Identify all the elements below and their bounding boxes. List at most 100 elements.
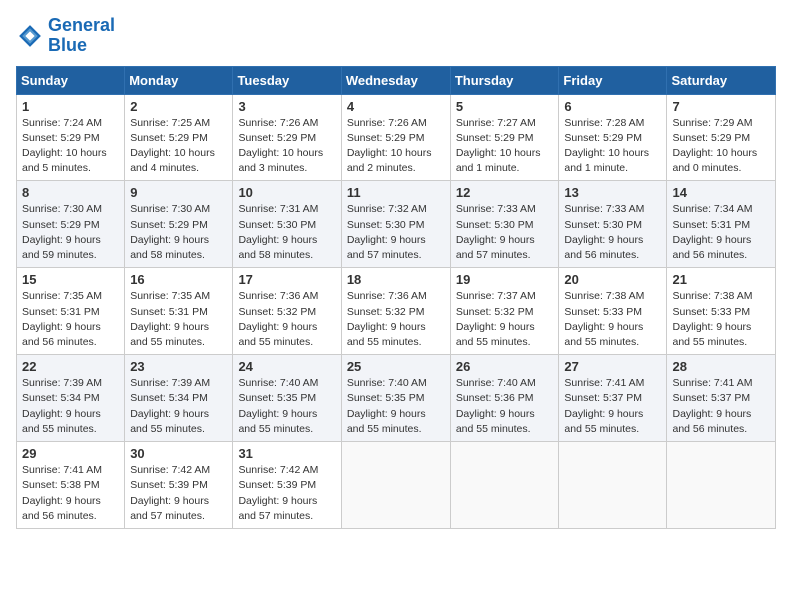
calendar-cell	[559, 442, 667, 529]
calendar-week-4: 22 Sunrise: 7:39 AM Sunset: 5:34 PM Dayl…	[17, 355, 776, 442]
calendar-cell: 21 Sunrise: 7:38 AM Sunset: 5:33 PM Dayl…	[667, 268, 776, 355]
day-number: 15	[22, 272, 119, 287]
weekday-header-monday: Monday	[125, 66, 233, 94]
day-number: 27	[564, 359, 661, 374]
day-info: Sunrise: 7:36 AM Sunset: 5:32 PM Dayligh…	[238, 289, 335, 350]
logo-text: General Blue	[48, 16, 115, 56]
calendar-cell: 14 Sunrise: 7:34 AM Sunset: 5:31 PM Dayl…	[667, 181, 776, 268]
day-info: Sunrise: 7:24 AM Sunset: 5:29 PM Dayligh…	[22, 116, 119, 177]
calendar-cell: 9 Sunrise: 7:30 AM Sunset: 5:29 PM Dayli…	[125, 181, 233, 268]
day-info: Sunrise: 7:37 AM Sunset: 5:32 PM Dayligh…	[456, 289, 554, 350]
page-header: General Blue	[16, 16, 776, 56]
day-number: 4	[347, 99, 445, 114]
logo: General Blue	[16, 16, 115, 56]
calendar-table: SundayMondayTuesdayWednesdayThursdayFrid…	[16, 66, 776, 529]
calendar-cell: 31 Sunrise: 7:42 AM Sunset: 5:39 PM Dayl…	[233, 442, 341, 529]
calendar-cell: 30 Sunrise: 7:42 AM Sunset: 5:39 PM Dayl…	[125, 442, 233, 529]
day-info: Sunrise: 7:25 AM Sunset: 5:29 PM Dayligh…	[130, 116, 227, 177]
calendar-cell: 18 Sunrise: 7:36 AM Sunset: 5:32 PM Dayl…	[341, 268, 450, 355]
day-info: Sunrise: 7:33 AM Sunset: 5:30 PM Dayligh…	[564, 202, 661, 263]
calendar-cell: 20 Sunrise: 7:38 AM Sunset: 5:33 PM Dayl…	[559, 268, 667, 355]
calendar-cell: 2 Sunrise: 7:25 AM Sunset: 5:29 PM Dayli…	[125, 94, 233, 181]
weekday-header-tuesday: Tuesday	[233, 66, 341, 94]
day-number: 14	[672, 185, 770, 200]
calendar-cell	[667, 442, 776, 529]
calendar-header-row: SundayMondayTuesdayWednesdayThursdayFrid…	[17, 66, 776, 94]
day-number: 12	[456, 185, 554, 200]
calendar-cell	[450, 442, 559, 529]
day-info: Sunrise: 7:30 AM Sunset: 5:29 PM Dayligh…	[130, 202, 227, 263]
calendar-cell: 1 Sunrise: 7:24 AM Sunset: 5:29 PM Dayli…	[17, 94, 125, 181]
calendar-cell: 11 Sunrise: 7:32 AM Sunset: 5:30 PM Dayl…	[341, 181, 450, 268]
day-info: Sunrise: 7:26 AM Sunset: 5:29 PM Dayligh…	[347, 116, 445, 177]
calendar-cell: 27 Sunrise: 7:41 AM Sunset: 5:37 PM Dayl…	[559, 355, 667, 442]
day-number: 20	[564, 272, 661, 287]
weekday-header-thursday: Thursday	[450, 66, 559, 94]
calendar-cell: 4 Sunrise: 7:26 AM Sunset: 5:29 PM Dayli…	[341, 94, 450, 181]
day-info: Sunrise: 7:35 AM Sunset: 5:31 PM Dayligh…	[130, 289, 227, 350]
day-number: 2	[130, 99, 227, 114]
calendar-week-1: 1 Sunrise: 7:24 AM Sunset: 5:29 PM Dayli…	[17, 94, 776, 181]
calendar-cell: 17 Sunrise: 7:36 AM Sunset: 5:32 PM Dayl…	[233, 268, 341, 355]
calendar-cell: 25 Sunrise: 7:40 AM Sunset: 5:35 PM Dayl…	[341, 355, 450, 442]
day-info: Sunrise: 7:41 AM Sunset: 5:37 PM Dayligh…	[672, 376, 770, 437]
day-number: 22	[22, 359, 119, 374]
day-number: 25	[347, 359, 445, 374]
day-info: Sunrise: 7:27 AM Sunset: 5:29 PM Dayligh…	[456, 116, 554, 177]
day-number: 31	[238, 446, 335, 461]
weekday-header-wednesday: Wednesday	[341, 66, 450, 94]
calendar-cell: 24 Sunrise: 7:40 AM Sunset: 5:35 PM Dayl…	[233, 355, 341, 442]
calendar-week-2: 8 Sunrise: 7:30 AM Sunset: 5:29 PM Dayli…	[17, 181, 776, 268]
calendar-cell: 26 Sunrise: 7:40 AM Sunset: 5:36 PM Dayl…	[450, 355, 559, 442]
day-number: 16	[130, 272, 227, 287]
calendar-cell: 3 Sunrise: 7:26 AM Sunset: 5:29 PM Dayli…	[233, 94, 341, 181]
day-number: 8	[22, 185, 119, 200]
day-info: Sunrise: 7:30 AM Sunset: 5:29 PM Dayligh…	[22, 202, 119, 263]
day-info: Sunrise: 7:39 AM Sunset: 5:34 PM Dayligh…	[22, 376, 119, 437]
day-info: Sunrise: 7:26 AM Sunset: 5:29 PM Dayligh…	[238, 116, 335, 177]
calendar-cell: 7 Sunrise: 7:29 AM Sunset: 5:29 PM Dayli…	[667, 94, 776, 181]
calendar-body: 1 Sunrise: 7:24 AM Sunset: 5:29 PM Dayli…	[17, 94, 776, 528]
day-number: 5	[456, 99, 554, 114]
day-number: 11	[347, 185, 445, 200]
day-number: 1	[22, 99, 119, 114]
day-number: 18	[347, 272, 445, 287]
day-info: Sunrise: 7:35 AM Sunset: 5:31 PM Dayligh…	[22, 289, 119, 350]
day-info: Sunrise: 7:41 AM Sunset: 5:37 PM Dayligh…	[564, 376, 661, 437]
day-info: Sunrise: 7:31 AM Sunset: 5:30 PM Dayligh…	[238, 202, 335, 263]
day-info: Sunrise: 7:33 AM Sunset: 5:30 PM Dayligh…	[456, 202, 554, 263]
day-info: Sunrise: 7:39 AM Sunset: 5:34 PM Dayligh…	[130, 376, 227, 437]
calendar-week-5: 29 Sunrise: 7:41 AM Sunset: 5:38 PM Dayl…	[17, 442, 776, 529]
day-number: 7	[672, 99, 770, 114]
day-number: 10	[238, 185, 335, 200]
calendar-cell: 29 Sunrise: 7:41 AM Sunset: 5:38 PM Dayl…	[17, 442, 125, 529]
day-number: 23	[130, 359, 227, 374]
day-number: 21	[672, 272, 770, 287]
calendar-week-3: 15 Sunrise: 7:35 AM Sunset: 5:31 PM Dayl…	[17, 268, 776, 355]
day-number: 30	[130, 446, 227, 461]
day-info: Sunrise: 7:36 AM Sunset: 5:32 PM Dayligh…	[347, 289, 445, 350]
day-number: 6	[564, 99, 661, 114]
day-number: 3	[238, 99, 335, 114]
calendar-cell: 28 Sunrise: 7:41 AM Sunset: 5:37 PM Dayl…	[667, 355, 776, 442]
weekday-header-sunday: Sunday	[17, 66, 125, 94]
calendar-cell: 10 Sunrise: 7:31 AM Sunset: 5:30 PM Dayl…	[233, 181, 341, 268]
day-number: 17	[238, 272, 335, 287]
calendar-cell: 6 Sunrise: 7:28 AM Sunset: 5:29 PM Dayli…	[559, 94, 667, 181]
calendar-cell: 19 Sunrise: 7:37 AM Sunset: 5:32 PM Dayl…	[450, 268, 559, 355]
day-info: Sunrise: 7:32 AM Sunset: 5:30 PM Dayligh…	[347, 202, 445, 263]
day-number: 13	[564, 185, 661, 200]
day-info: Sunrise: 7:38 AM Sunset: 5:33 PM Dayligh…	[564, 289, 661, 350]
calendar-cell	[341, 442, 450, 529]
calendar-cell: 8 Sunrise: 7:30 AM Sunset: 5:29 PM Dayli…	[17, 181, 125, 268]
calendar-cell: 5 Sunrise: 7:27 AM Sunset: 5:29 PM Dayli…	[450, 94, 559, 181]
day-number: 28	[672, 359, 770, 374]
day-number: 29	[22, 446, 119, 461]
logo-icon	[16, 22, 44, 50]
weekday-header-saturday: Saturday	[667, 66, 776, 94]
day-number: 19	[456, 272, 554, 287]
calendar-cell: 13 Sunrise: 7:33 AM Sunset: 5:30 PM Dayl…	[559, 181, 667, 268]
calendar-cell: 12 Sunrise: 7:33 AM Sunset: 5:30 PM Dayl…	[450, 181, 559, 268]
day-info: Sunrise: 7:40 AM Sunset: 5:35 PM Dayligh…	[347, 376, 445, 437]
day-info: Sunrise: 7:40 AM Sunset: 5:36 PM Dayligh…	[456, 376, 554, 437]
